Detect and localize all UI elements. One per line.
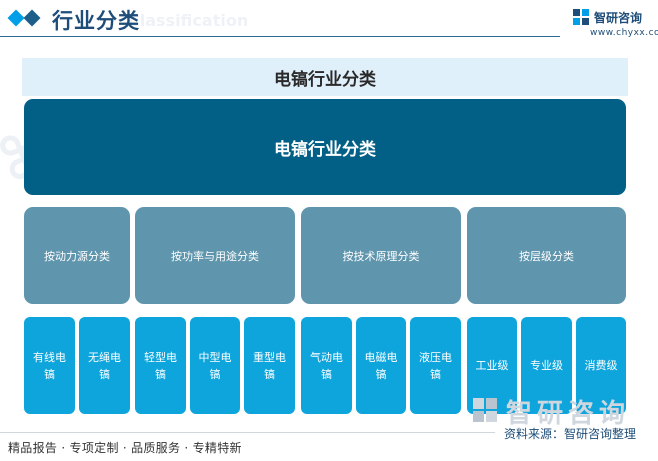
leaf-node: 轻型电镐	[135, 317, 186, 414]
category-node-level: 按层级分类	[467, 207, 626, 304]
chevron-icon	[7, 9, 25, 27]
brand-name: 智研咨询	[594, 11, 643, 25]
watermark-logo-icon	[473, 398, 497, 422]
category-node-technology: 按技术原理分类	[301, 207, 461, 304]
source-note: 资料来源：智研咨询整理	[504, 427, 637, 441]
root-node: 电镐行业分类	[24, 99, 626, 195]
footer-tagline: 精品报告 · 专项定制 · 品质服务 · 专精特新	[8, 441, 242, 455]
leaf-node: 无绳电镐	[79, 317, 130, 414]
category-node-power-usage: 按功率与用途分类	[135, 207, 295, 304]
diagram-title-band: 电镐行业分类	[22, 58, 628, 96]
category-node-power-source: 按动力源分类	[24, 207, 130, 304]
leaf-node: 有线电镐	[24, 317, 75, 414]
leaf-node: 重型电镐	[244, 317, 295, 414]
section-header: Classification 行业分类 智研咨询 www.chyxx.com	[0, 0, 658, 42]
leaf-node: 气动电镐	[301, 317, 352, 414]
leaf-node: 中型电镐	[190, 317, 240, 414]
header-divider	[0, 36, 560, 37]
brand-logo-icon	[573, 9, 589, 25]
footer-divider	[0, 432, 495, 433]
section-title: 行业分类	[52, 9, 140, 33]
section-title-en: Classification	[128, 11, 249, 30]
brand-url: www.chyxx.com	[590, 28, 658, 38]
leaf-node: 液压电镐	[410, 317, 461, 414]
leaf-node: 电磁电镐	[356, 317, 406, 414]
chevron-icon	[23, 9, 41, 27]
